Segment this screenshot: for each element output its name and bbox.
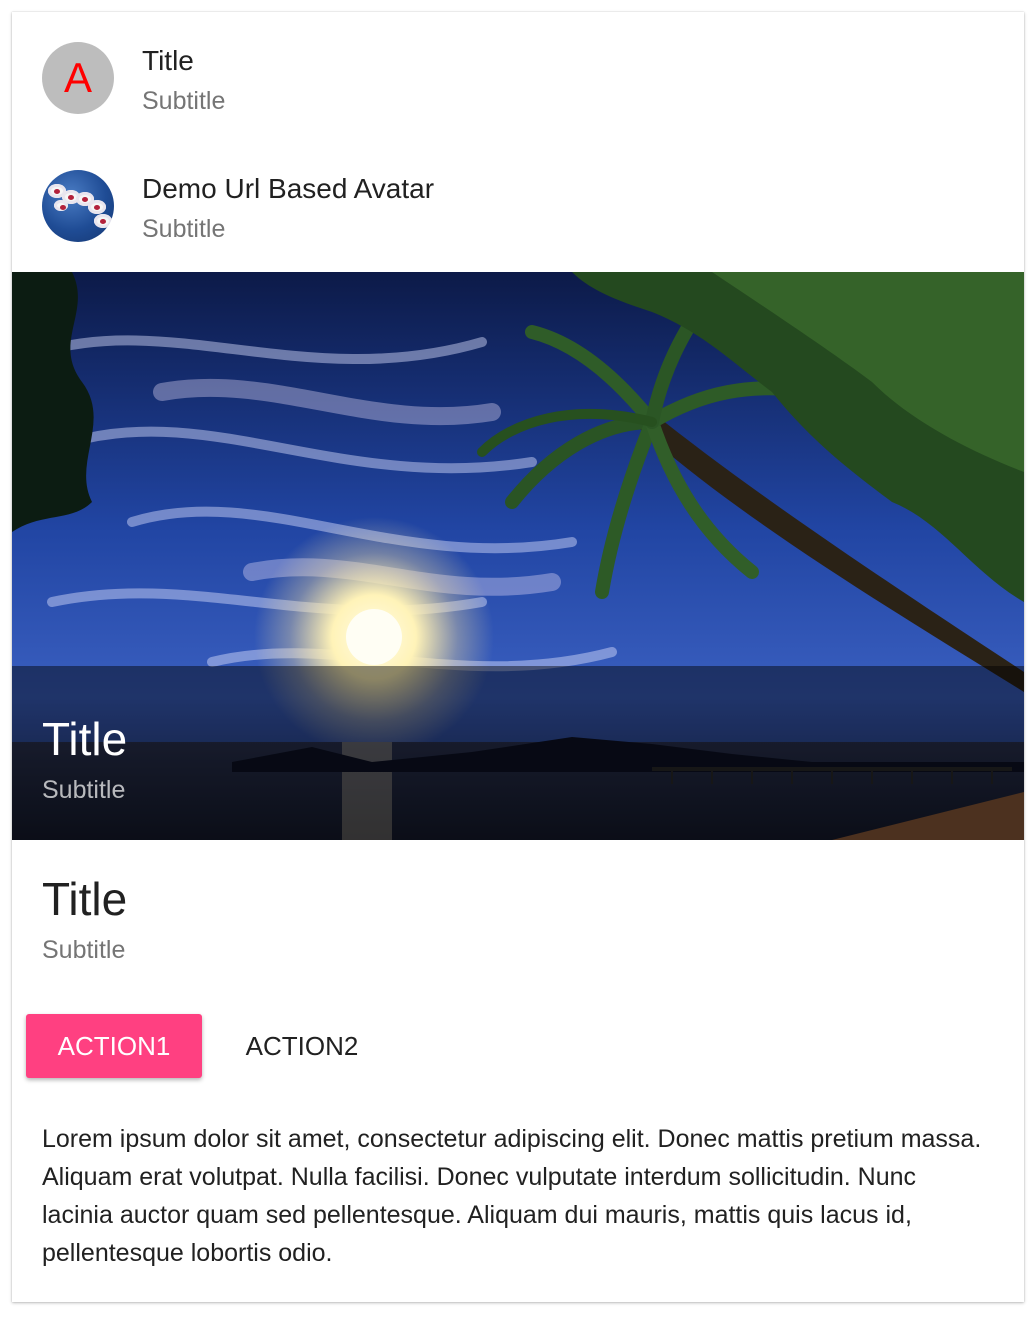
- header-subtitle: Subtitle: [142, 215, 226, 243]
- card: A Title Subtitle Demo Url Based Avatar S…: [12, 12, 1024, 1302]
- header-title: Title: [142, 45, 194, 76]
- card-media: Title Subtitle: [12, 272, 1024, 840]
- letter-avatar: A: [42, 42, 114, 114]
- action1-button[interactable]: ACTION1: [26, 1014, 202, 1078]
- overlay-subtitle: Subtitle: [42, 776, 126, 804]
- orchid-avatar-image: [42, 170, 114, 242]
- card-title: Title: [42, 873, 128, 925]
- card-header-url-avatar: Demo Url Based Avatar Subtitle: [12, 140, 1024, 268]
- action2-button[interactable]: ACTION2: [226, 1014, 378, 1078]
- card-subtitle: Subtitle: [42, 936, 126, 964]
- overlay-title: Title: [42, 713, 128, 765]
- avatar-letter: A: [63, 54, 92, 101]
- card-text: Lorem ipsum dolor sit amet, consectetur …: [42, 1125, 982, 1267]
- header-subtitle: Subtitle: [142, 87, 226, 115]
- header-title: Demo Url Based Avatar: [142, 173, 435, 204]
- media-overlay: Title Subtitle: [12, 666, 1024, 840]
- card-header: A Title Subtitle: [12, 12, 1024, 140]
